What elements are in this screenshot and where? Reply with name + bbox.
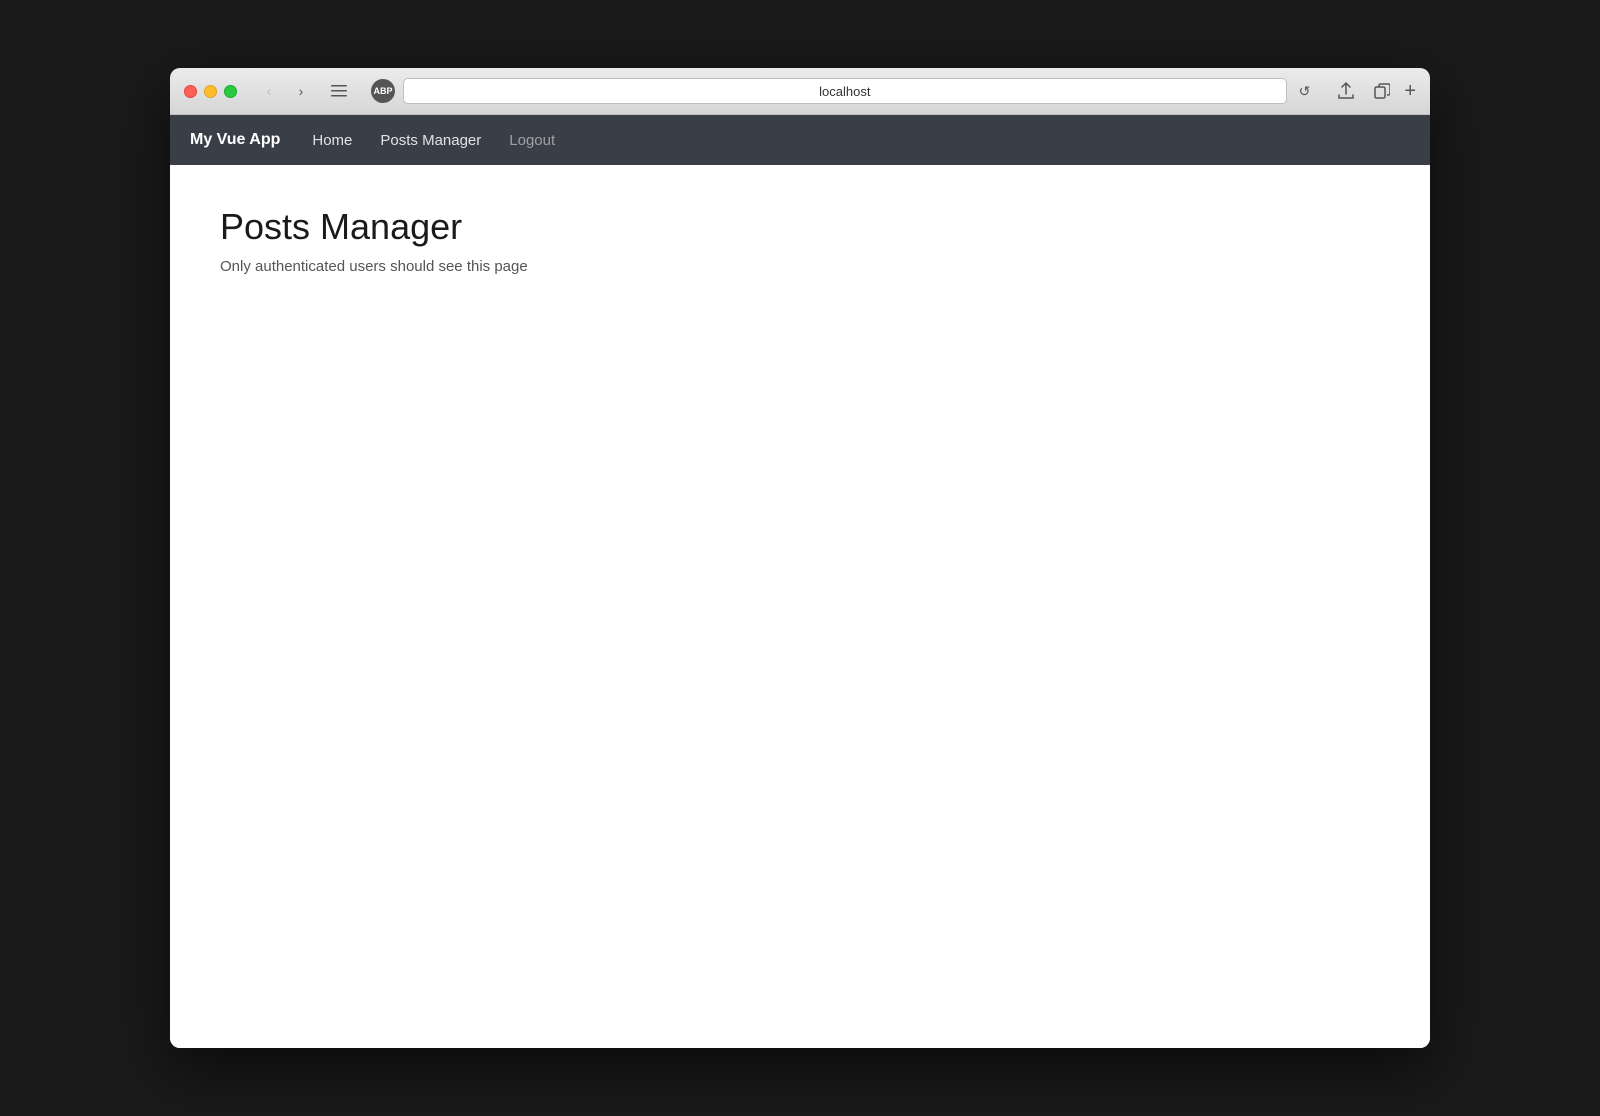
address-bar[interactable]: localhost [403,78,1287,104]
page-title: Posts Manager [220,205,1380,248]
maximize-button[interactable] [224,85,237,98]
browser-titlebar: ‹ › ABP localhost ↺ [170,68,1430,115]
app-nav-links: Home Posts Manager Logout [300,126,567,155]
app-navbar: My Vue App Home Posts Manager Logout [170,115,1430,165]
home-nav-link[interactable]: Home [300,126,364,155]
share-button[interactable] [1332,80,1360,102]
reload-button[interactable]: ↺ [1295,81,1315,102]
posts-manager-nav-link[interactable]: Posts Manager [368,126,493,155]
duplicate-button[interactable] [1368,80,1396,102]
close-button[interactable] [184,85,197,98]
page-body: Posts Manager Only authenticated users s… [170,165,1430,1048]
address-bar-area: ABP localhost ↺ [371,78,1314,104]
browser-chrome: ‹ › ABP localhost ↺ [170,68,1430,115]
forward-button[interactable]: › [287,80,315,102]
app-content: My Vue App Home Posts Manager Logout Pos… [170,115,1430,1048]
adblock-icon: ABP [371,79,395,103]
nav-buttons: ‹ › [255,80,315,102]
app-brand-link[interactable]: My Vue App [190,131,280,149]
browser-window: ‹ › ABP localhost ↺ [170,68,1430,1048]
logout-nav-link[interactable]: Logout [497,126,567,155]
new-tab-button[interactable]: + [1404,81,1416,101]
back-button[interactable]: ‹ [255,80,283,102]
sidebar-toggle-button[interactable] [325,80,353,102]
traffic-lights [184,85,237,98]
browser-actions: + [1332,80,1416,102]
minimize-button[interactable] [204,85,217,98]
page-subtitle: Only authenticated users should see this… [220,258,1380,275]
